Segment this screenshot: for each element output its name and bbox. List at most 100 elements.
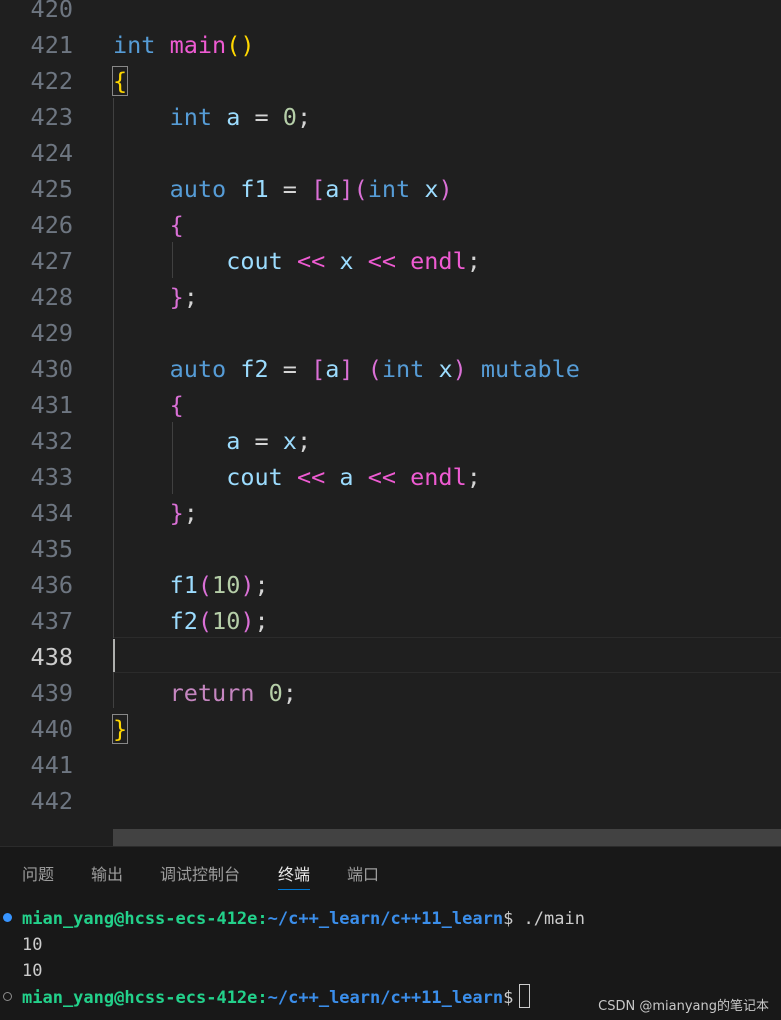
line-number: 428 xyxy=(30,283,73,311)
terminal-output-line: 10 xyxy=(22,961,43,981)
terminal-prompt-line[interactable]: mian_yang@hcss-ecs-412e:~/c++_learn/c++1… xyxy=(22,984,531,1010)
code-token: x xyxy=(438,355,453,383)
horizontal-scrollbar[interactable] xyxy=(113,829,781,846)
code-line[interactable]: 436 f1(10); xyxy=(0,567,781,603)
prompt-user: mian_yang@hcss-ecs-412e xyxy=(22,909,258,929)
code-line[interactable]: 420 xyxy=(0,0,781,27)
code-text: f1(10); xyxy=(113,567,269,603)
code-text: int main() xyxy=(113,27,254,63)
code-token: () xyxy=(226,31,255,59)
code-token: ) xyxy=(240,607,255,635)
code-text: auto f1 = [a](int x) xyxy=(113,171,453,207)
terminal-command-line: mian_yang@hcss-ecs-412e:~/c++_learn/c++1… xyxy=(22,906,585,932)
code-line[interactable]: 421 int main() xyxy=(0,27,781,63)
code-token: << xyxy=(367,247,411,275)
code-line[interactable]: 429 xyxy=(0,315,781,351)
code-token: { xyxy=(169,391,184,419)
code-line[interactable]: 440} xyxy=(0,711,781,747)
line-number: 435 xyxy=(30,535,73,563)
tab-terminal[interactable]: 终端 xyxy=(278,863,311,890)
code-line[interactable]: 426 { xyxy=(0,207,781,243)
line-number: 433 xyxy=(30,463,73,491)
code-text: cout << a << endl; xyxy=(113,459,481,495)
code-line[interactable]: 442 xyxy=(0,783,781,819)
code-token: ( xyxy=(367,355,382,383)
tab-problems[interactable]: 问题 xyxy=(22,863,54,889)
tab-output[interactable]: 输出 xyxy=(91,863,123,889)
code-token: = xyxy=(254,103,283,131)
code-token: = xyxy=(282,175,312,203)
line-number: 437 xyxy=(30,607,73,635)
code-line[interactable]: 422 { xyxy=(0,63,781,99)
code-line[interactable]: 431 { xyxy=(0,387,781,423)
code-token: a xyxy=(339,463,368,491)
code-line[interactable]: 433 cout << a << endl; xyxy=(0,459,781,495)
command-success-dot-icon[interactable] xyxy=(3,913,12,922)
code-token: = xyxy=(282,355,312,383)
line-number: 424 xyxy=(30,139,73,167)
text-cursor xyxy=(113,639,115,672)
code-token: cout xyxy=(226,463,297,491)
line-number: 421 xyxy=(30,31,73,59)
code-token: = xyxy=(254,427,283,455)
code-line[interactable]: 434 }; xyxy=(0,495,781,531)
code-token: a xyxy=(226,427,255,455)
code-text: { xyxy=(113,207,184,243)
code-token: ; xyxy=(296,103,312,131)
tab-ports[interactable]: 端口 xyxy=(347,863,379,889)
code-token: 10 xyxy=(212,571,241,599)
code-token: x xyxy=(282,427,297,455)
code-token: { xyxy=(111,66,129,96)
indent-guide xyxy=(113,98,114,638)
line-number: 430 xyxy=(30,355,73,383)
code-line[interactable]: 424 xyxy=(0,135,781,171)
code-token: ( xyxy=(353,175,368,203)
indent-guide xyxy=(113,672,114,708)
code-token: << xyxy=(367,463,411,491)
code-token: main xyxy=(169,31,227,59)
code-editor[interactable]: 420 421 int main() 422{423 int a = 0; 424 425… xyxy=(0,0,781,846)
code-line[interactable]: 430 auto f2 = [a] (int x) mutable xyxy=(0,351,781,387)
prompt-path: ~/c++_learn/c++11_learn xyxy=(267,909,504,929)
code-token: int xyxy=(367,175,425,203)
code-line[interactable]: 438 xyxy=(0,639,781,675)
code-token: ; xyxy=(183,283,198,311)
code-line[interactable]: 423 int a = 0; xyxy=(0,99,781,135)
code-token: return xyxy=(169,679,269,707)
code-token: ; xyxy=(466,463,481,491)
code-line[interactable]: 435 xyxy=(0,531,781,567)
command-pending-dot-icon[interactable] xyxy=(3,992,12,1001)
line-number: 441 xyxy=(30,751,73,779)
code-text: return 0; xyxy=(113,675,297,711)
code-token: ; xyxy=(296,427,312,455)
code-line[interactable]: 428 }; xyxy=(0,279,781,315)
terminal-cursor xyxy=(519,984,531,1008)
code-token: 10 xyxy=(212,607,241,635)
line-number: 439 xyxy=(30,679,73,707)
code-line[interactable]: 437 f2(10); xyxy=(0,603,781,639)
tab-debug-console[interactable]: 调试控制台 xyxy=(160,863,240,889)
prompt-separator: : xyxy=(257,988,268,1008)
code-line[interactable]: 425 auto f1 = [a](int x) xyxy=(0,171,781,207)
code-line[interactable]: 427 cout << x << endl; xyxy=(0,243,781,279)
code-token: cout xyxy=(226,247,297,275)
code-token: ; xyxy=(282,679,297,707)
watermark: CSDN @mianyang的笔记本 xyxy=(598,999,769,1014)
indent-guide xyxy=(172,242,173,278)
line-number: 432 xyxy=(30,427,73,455)
code-line[interactable]: 441 xyxy=(0,747,781,783)
code-token: a xyxy=(226,103,255,131)
code-token: int xyxy=(169,103,227,131)
code-token: f2 xyxy=(240,355,283,383)
code-line[interactable]: 439 return 0; xyxy=(0,675,781,711)
line-number: 425 xyxy=(30,175,73,203)
code-token: endl xyxy=(410,463,467,491)
code-line[interactable]: 432 a = x; xyxy=(0,423,781,459)
